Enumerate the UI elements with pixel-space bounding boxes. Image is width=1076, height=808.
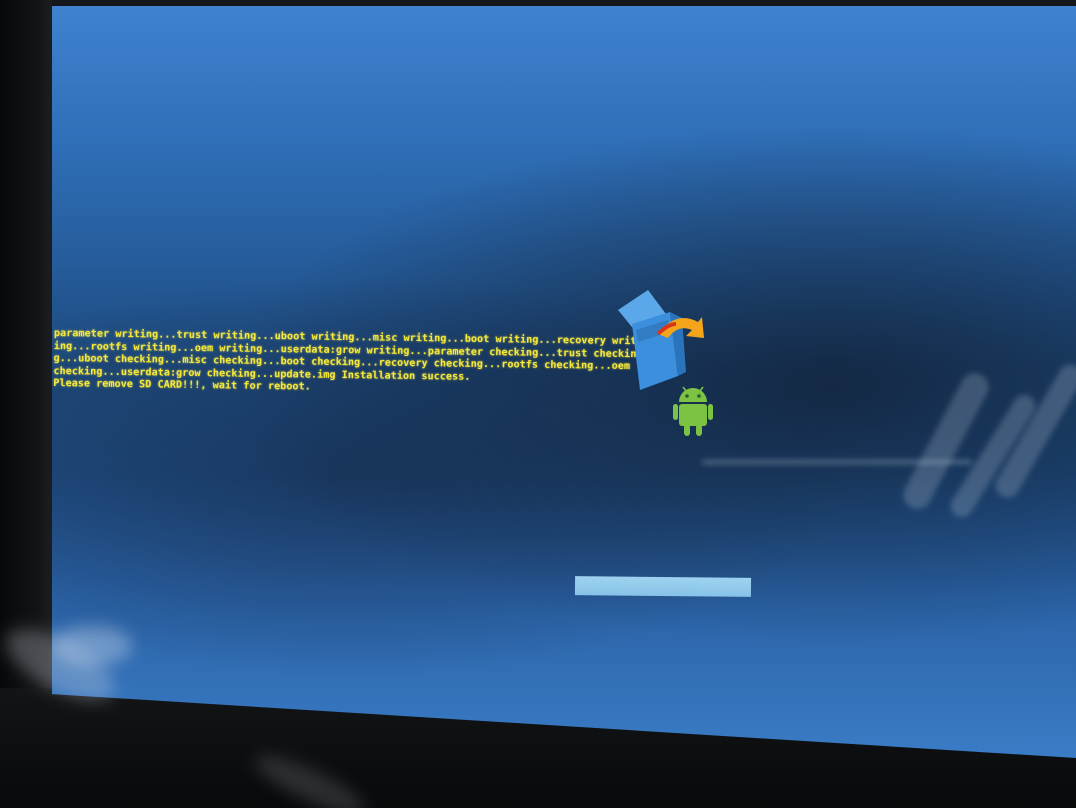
monitor-bezel-left: [0, 0, 52, 808]
recovery-log: parameter writing...trust writing...uboo…: [53, 328, 674, 400]
install-progress-fill: [574, 576, 752, 597]
recovery-screen: parameter writing...trust writing...uboo…: [52, 6, 1076, 758]
system-update-box-icon: [618, 290, 704, 390]
android-robot-icon: [673, 386, 713, 436]
install-progress-bar: [574, 576, 752, 597]
photo-frame: parameter writing...trust writing...uboo…: [0, 0, 1076, 808]
